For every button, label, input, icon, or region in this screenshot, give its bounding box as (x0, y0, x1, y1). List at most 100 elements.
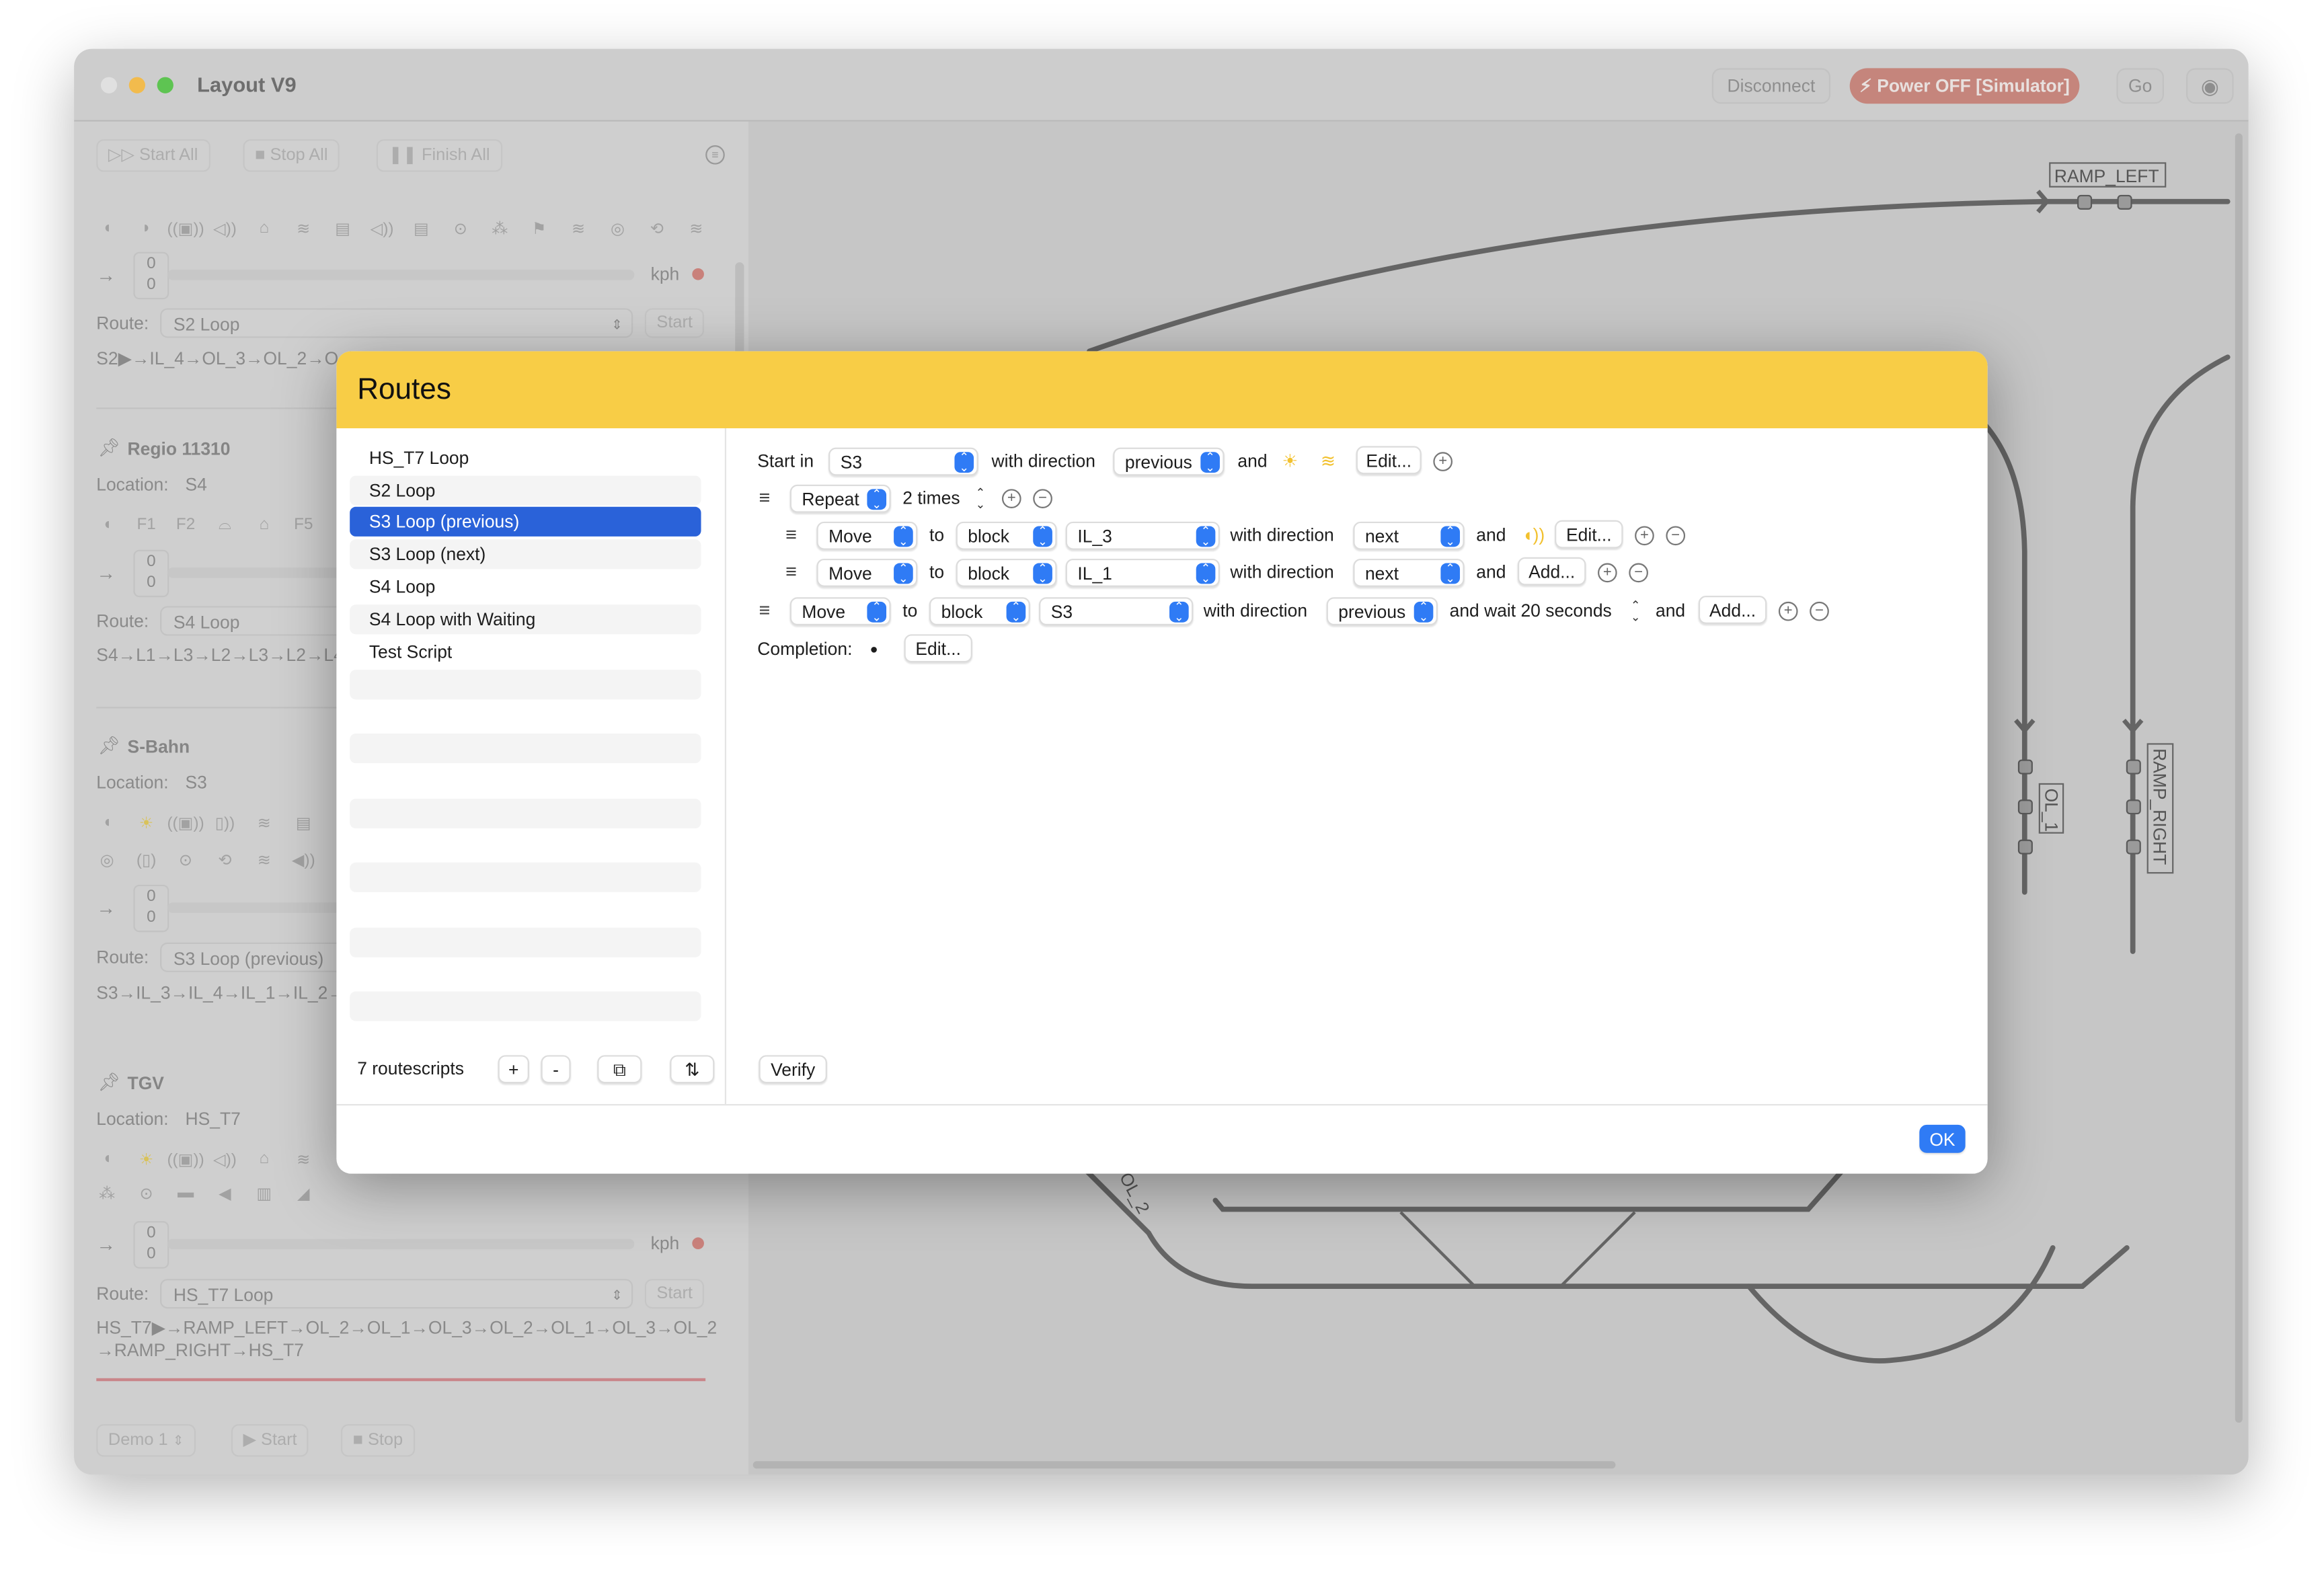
start-button[interactable]: Start (644, 308, 705, 338)
signal-icon[interactable]: ≋ (676, 219, 715, 238)
repeat-select[interactable]: Repeat ⌃ ⌄ (789, 484, 891, 513)
horn-icon[interactable]: ◁)) (362, 219, 401, 238)
direction-select[interactable]: previous ⌃ ⌄ (1326, 597, 1438, 626)
add-step-icon[interactable]: + (1635, 526, 1654, 546)
eye-button[interactable]: ◉ (2186, 68, 2234, 104)
engine-icon[interactable]: ▤ (401, 219, 440, 238)
light-icon[interactable]: ◖ (87, 814, 126, 833)
signal-icon[interactable]: ≋ (284, 219, 323, 238)
light-icon[interactable]: ◖ (87, 516, 126, 535)
pin-icon[interactable]: 📌︎ (98, 437, 120, 458)
direction-select[interactable]: next ⌃ ⌄ (1353, 558, 1465, 587)
target-type-select[interactable]: block ⌃ ⌄ (929, 597, 1030, 626)
duplicate-route-button[interactable]: ⧉ (597, 1055, 642, 1084)
demo-start-button[interactable]: ▶ Start (231, 1424, 309, 1457)
direction-arrow-icon[interactable]: → (96, 896, 116, 918)
horn-icon[interactable]: ◁)) (205, 219, 244, 238)
drag-handle-icon[interactable]: ≡ (785, 557, 797, 587)
sound-train-icon[interactable]: ((▣)) (166, 814, 205, 832)
station-icon[interactable]: ⊙ (126, 1184, 165, 1203)
horn-icon[interactable]: ◁)) (205, 1150, 244, 1169)
train-sound-icon[interactable]: ▬ (166, 1184, 205, 1204)
wait-stepper[interactable]: ⌃ ⌄ (1629, 600, 1642, 624)
route-select[interactable]: HS_T7 Loop ⇕ (160, 1279, 633, 1309)
coupler-icon[interactable]: ⟲ (637, 219, 676, 238)
rail-icon[interactable]: ▥ (245, 1184, 284, 1203)
finish-all-button[interactable]: ❚❚ Finish All (376, 139, 502, 172)
action-select[interactable]: Move ⌃ ⌄ (816, 521, 918, 550)
add-functions-button[interactable]: Add... (1517, 557, 1586, 586)
disconnect-button[interactable]: Disconnect (1711, 68, 1831, 104)
add-step-icon[interactable]: + (1778, 601, 1798, 621)
sound-train-icon[interactable]: ((▣)) (166, 219, 205, 238)
route-list-item[interactable]: S4 Loop (350, 572, 701, 602)
remove-step-icon[interactable]: − (1810, 601, 1829, 621)
steam-icon[interactable]: ⁂ (87, 1184, 126, 1203)
direction-arrow-icon[interactable]: → (96, 264, 116, 286)
engine-icon[interactable]: ▤ (323, 219, 362, 238)
sound-train-icon[interactable]: ((▣)) (166, 1150, 205, 1169)
minimize-window-button[interactable] (128, 77, 146, 93)
remove-route-button[interactable]: - (541, 1055, 571, 1084)
speed-slider[interactable] (167, 270, 635, 280)
add-step-icon[interactable]: + (1598, 563, 1617, 583)
wheel-icon[interactable]: ◎ (598, 219, 637, 238)
speed-slider[interactable] (167, 1238, 635, 1250)
canvas-vertical-scrollbar[interactable] (2235, 133, 2243, 1423)
door-sound-icon[interactable]: (▯) (126, 851, 165, 869)
engine-icon[interactable]: ▤ (284, 814, 323, 832)
F5-icon[interactable]: F5 (284, 516, 323, 535)
demo-stop-button[interactable]: ■ Stop (340, 1424, 415, 1457)
drag-handle-icon[interactable]: ≡ (785, 520, 797, 550)
sort-routes-button[interactable]: ⇅ (670, 1055, 715, 1084)
speaker-icon[interactable]: ◀)) (284, 851, 323, 869)
power-button[interactable]: ⚡︎ Power OFF [Simulator] (1849, 68, 2080, 104)
drag-handle-icon[interactable]: ≡ (759, 483, 770, 513)
canvas-horizontal-scrollbar[interactable] (752, 1461, 1616, 1469)
station-icon[interactable]: ⊙ (166, 851, 205, 869)
F1-icon[interactable]: F1 (126, 516, 165, 535)
target-type-select[interactable]: block ⌃ ⌄ (956, 521, 1057, 550)
start-block-select[interactable]: S3 ⌃ ⌄ (828, 447, 978, 476)
block-select[interactable]: IL_1 ⌃ ⌄ (1065, 558, 1220, 587)
F2-icon[interactable]: F2 (166, 516, 205, 535)
headlight-icon[interactable]: ☀ (126, 814, 165, 832)
direction-arrow-icon[interactable]: → (96, 561, 116, 584)
add-step-icon[interactable]: + (1001, 489, 1021, 509)
zoom-window-button[interactable] (157, 77, 173, 93)
route-list-item[interactable]: S4 Loop with Waiting (350, 604, 701, 635)
wheel-icon[interactable]: ◎ (87, 851, 126, 869)
signal-icon[interactable]: ≋ (245, 851, 284, 869)
target-type-select[interactable]: block ⌃ ⌄ (956, 558, 1057, 587)
block-select[interactable]: IL_3 ⌃ ⌄ (1065, 521, 1220, 550)
route-list-item[interactable]: S2 Loop (350, 475, 701, 506)
start-button[interactable]: Start (644, 1279, 705, 1309)
filter-icon[interactable]: ≡ (705, 145, 725, 165)
ok-button[interactable]: OK (1919, 1124, 1966, 1153)
add-step-icon[interactable]: + (1433, 452, 1453, 471)
weight-icon[interactable]: ⌂ (245, 516, 284, 535)
repeat-stepper[interactable]: ⌃ ⌄ (974, 487, 987, 511)
turtle-icon[interactable]: ⌓ (205, 516, 244, 535)
route-select[interactable]: S2 Loop ⇕ (160, 308, 633, 338)
demo-select[interactable]: Demo 1 ⇕ (96, 1424, 196, 1457)
edit-functions-button[interactable]: Edit... (1555, 520, 1623, 549)
headlight-icon[interactable]: ☀ (126, 1150, 165, 1169)
weight-icon[interactable]: ⌂ (245, 219, 284, 239)
pin-icon[interactable]: 📌︎ (98, 735, 120, 756)
remove-step-icon[interactable]: − (1629, 563, 1648, 583)
edit-functions-button[interactable]: Edit... (1356, 446, 1422, 475)
completion-edit-button[interactable]: Edit... (904, 634, 972, 663)
add-route-button[interactable]: + (498, 1055, 529, 1084)
route-list-item[interactable]: Test Script (350, 637, 701, 667)
steam-icon[interactable]: ⁂ (480, 219, 519, 238)
light-half-icon[interactable]: ◗ (126, 219, 165, 239)
add-functions-button[interactable]: Add... (1698, 596, 1767, 624)
signal-icon[interactable]: ≋ (284, 1150, 323, 1169)
remove-step-icon[interactable]: − (1666, 526, 1686, 546)
flag-icon[interactable]: ⚑ (520, 219, 559, 238)
action-select[interactable]: Move ⌃ ⌄ (816, 558, 918, 587)
conductor-icon[interactable]: ◢ (284, 1184, 323, 1203)
weight-icon[interactable]: ⌂ (245, 1150, 284, 1169)
direction-select[interactable]: next ⌃ ⌄ (1353, 521, 1465, 550)
